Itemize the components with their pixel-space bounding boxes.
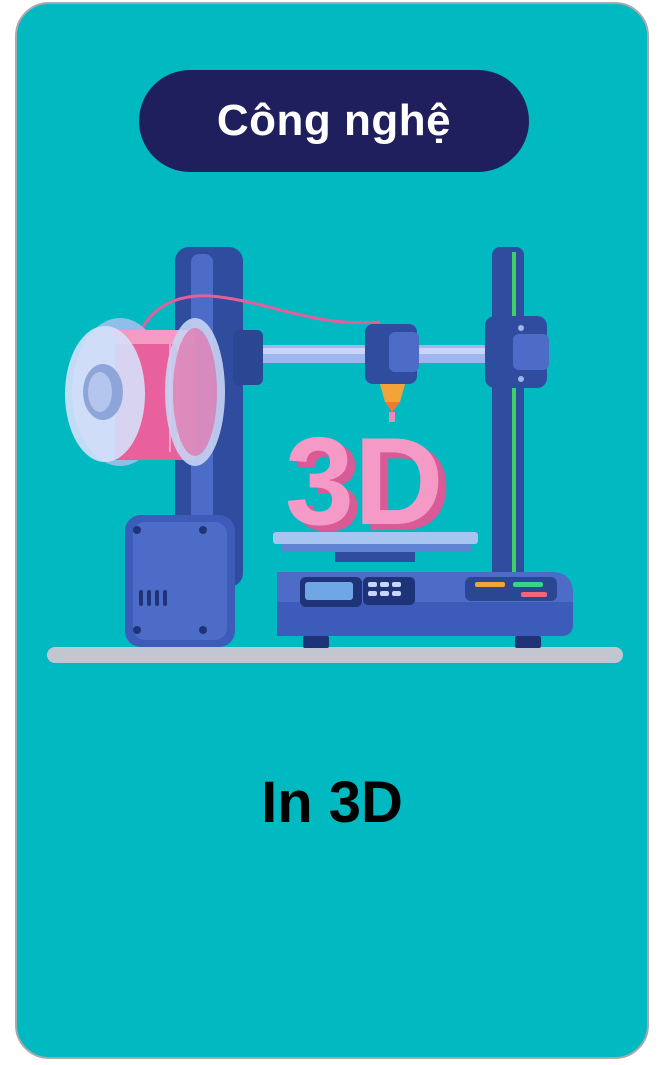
card-title: In 3D xyxy=(261,770,403,835)
build-plate xyxy=(273,532,478,544)
printer-indicators xyxy=(465,577,557,601)
printer-right-rail xyxy=(492,247,524,587)
category-label: Công nghệ xyxy=(216,96,452,145)
printer-keypad xyxy=(363,577,415,605)
filament-spool xyxy=(65,318,225,466)
print-head xyxy=(365,324,419,422)
category-badge: Công nghệ xyxy=(139,70,529,172)
3d-printer-icon: 3D 3D xyxy=(47,247,623,663)
model-text: 3D xyxy=(285,413,444,551)
flash-card[interactable]: Công nghệ 3D 3D In 3D xyxy=(15,2,649,1059)
ground-line xyxy=(47,647,623,663)
